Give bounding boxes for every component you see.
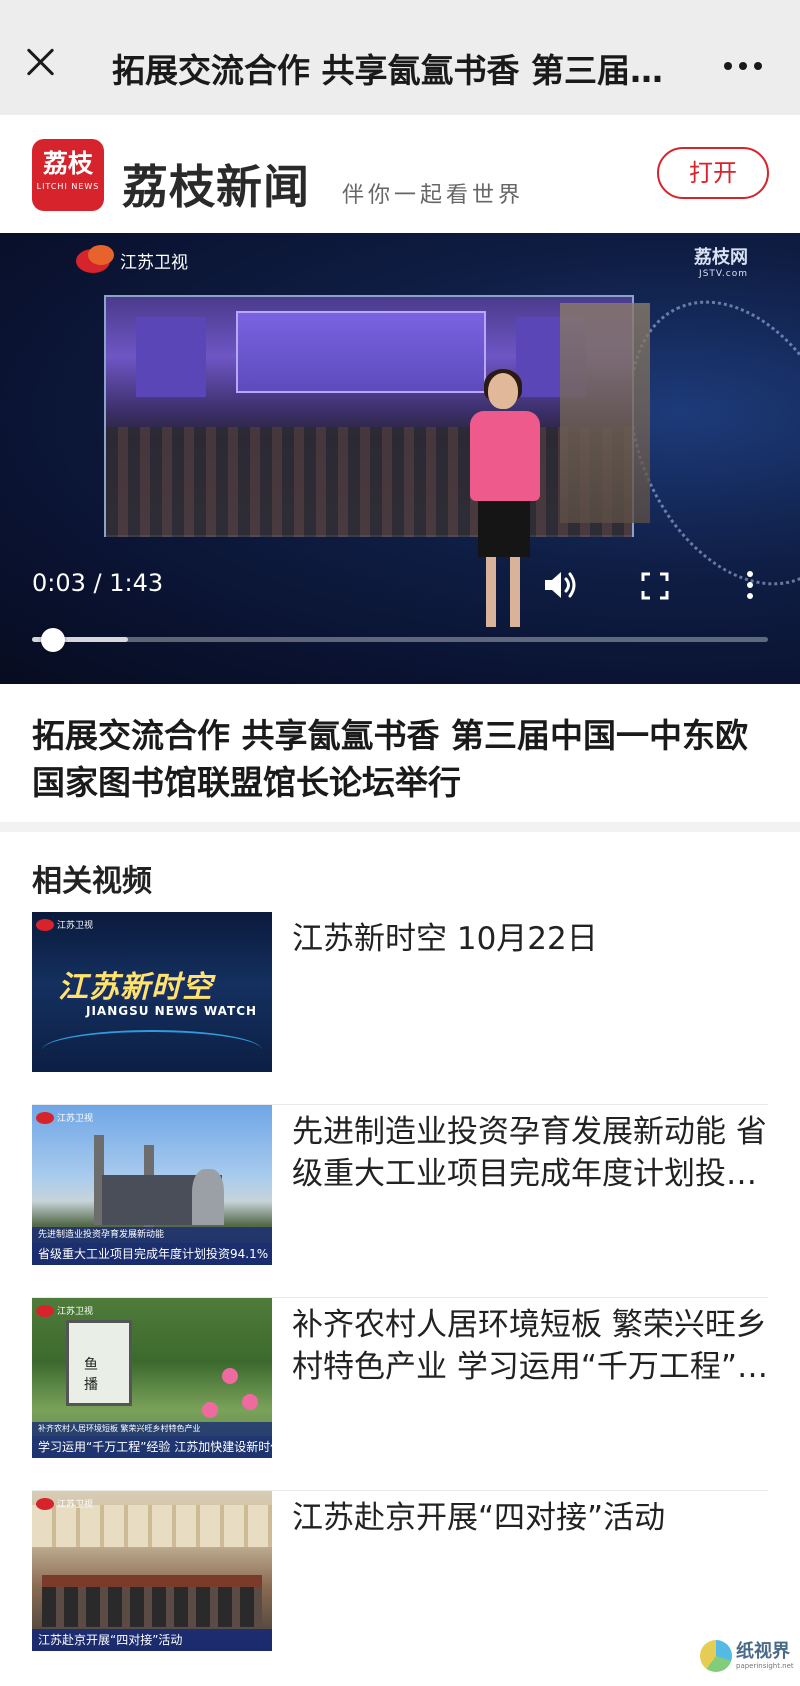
thumb-stone-text: 鱼 播 bbox=[84, 1357, 98, 1393]
video-player[interactable]: 江苏卫视 荔枝网 JSTV.com 0:03 / 1:43 bbox=[0, 233, 800, 684]
volume-icon[interactable] bbox=[543, 569, 579, 601]
watermark-en: JSTV.com bbox=[699, 269, 748, 279]
related-video-title[interactable]: 先进制造业投资孕育发展新动能 省级重大工业项目完成年度计划投资94.1% bbox=[292, 1111, 768, 1195]
litchi-news-logo: 荔枝 LITCHI NEWS bbox=[32, 139, 104, 211]
more-dots-icon bbox=[724, 62, 762, 70]
wall-art bbox=[560, 303, 650, 523]
thumb-channel-logo: 江苏卫视 bbox=[36, 1304, 93, 1317]
related-video-title[interactable]: 江苏新时空 10月22日 bbox=[292, 918, 768, 960]
site-watermark: 纸视界 paperinsight.net bbox=[700, 1640, 794, 1672]
thumb-caption: 学习运用“千万工程”经验 江苏加快建设新时代鱼米之乡 bbox=[32, 1436, 272, 1458]
progress-bar[interactable] bbox=[32, 628, 768, 652]
related-video-item[interactable]: 江苏卫视 鱼 播 补齐农村人居环境短板 繁荣兴旺乡村特色产业 学习运用“千万工程… bbox=[32, 1298, 768, 1491]
more-menu-button[interactable] bbox=[724, 50, 768, 80]
fullscreen-icon[interactable] bbox=[640, 571, 670, 601]
thumb-subtitle: JIANGSU NEWS WATCH bbox=[86, 1004, 258, 1018]
related-video-title[interactable]: 补齐农村人居环境短板 繁荣兴旺乡村特色产业 学习运用“千万工程”经验 bbox=[292, 1304, 768, 1388]
close-icon[interactable] bbox=[20, 42, 60, 82]
related-video-item[interactable]: 江苏卫视 江苏赴京开展“四对接”活动 江苏赴京开展“四对接”活动 bbox=[32, 1491, 768, 1684]
video-watermark: 荔枝网 JSTV.com bbox=[694, 243, 748, 279]
thumb-title: 江苏新时空 bbox=[58, 970, 213, 1005]
section-divider bbox=[0, 822, 800, 832]
app-name: 荔枝新闻 bbox=[122, 160, 310, 214]
app-banner: 荔枝 LITCHI NEWS 荔枝新闻 伴你一起看世界 打开 bbox=[0, 115, 800, 233]
related-video-item[interactable]: 江苏卫视 先进制造业投资孕育发展新动能 省级重大工业项目完成年度计划投资94.1… bbox=[32, 1105, 768, 1298]
paperinsight-logo-icon bbox=[700, 1640, 732, 1672]
video-thumbnail[interactable]: 江苏卫视 江苏赴京开展“四对接”活动 bbox=[32, 1491, 272, 1651]
thumb-caption-secondary: 先进制造业投资孕育发展新动能 bbox=[32, 1227, 272, 1243]
thumb-caption: 江苏赴京开展“四对接”活动 bbox=[32, 1629, 272, 1651]
related-videos-heading: 相关视频 bbox=[32, 864, 152, 899]
video-time: 0:03 / 1:43 bbox=[32, 569, 164, 597]
thumb-channel-logo: 江苏卫视 bbox=[36, 918, 93, 931]
watermark-text-en: paperinsight.net bbox=[736, 1662, 794, 1670]
thumb-channel-logo: 江苏卫视 bbox=[36, 1111, 93, 1124]
audience bbox=[106, 427, 632, 537]
video-thumbnail[interactable]: 江苏卫视 鱼 播 补齐农村人居环境短板 繁荣兴旺乡村特色产业 学习运用“千万工程… bbox=[32, 1298, 272, 1458]
top-nav-bar: 拓展交流合作 共享氤氲书香 第三届中国一中东欧国家图书馆联盟馆长论坛举行 bbox=[0, 0, 800, 115]
channel-name: 江苏卫视 bbox=[120, 252, 188, 273]
video-backdrop-screen bbox=[104, 295, 634, 537]
related-video-list: 江苏卫视 江苏新时空 JIANGSU NEWS WATCH 江苏新时空 10月2… bbox=[32, 912, 768, 1684]
thumb-caption-secondary: 补齐农村人居环境短板 繁荣兴旺乡村特色产业 bbox=[32, 1422, 272, 1436]
video-thumbnail[interactable]: 江苏卫视 先进制造业投资孕育发展新动能 省级重大工业项目完成年度计划投资94.1… bbox=[32, 1105, 272, 1265]
channel-logo: 江苏卫视 bbox=[74, 245, 188, 275]
news-anchor bbox=[464, 369, 544, 633]
open-app-button[interactable]: 打开 bbox=[657, 147, 769, 199]
logo-text-cn: 荔枝 bbox=[42, 149, 93, 178]
stage-banner bbox=[236, 311, 486, 393]
video-more-icon[interactable] bbox=[742, 569, 758, 601]
thumb-channel-logo: 江苏卫视 bbox=[36, 1497, 93, 1510]
jstv-logo-icon bbox=[74, 245, 118, 275]
progress-handle[interactable] bbox=[41, 628, 66, 652]
article-title: 拓展交流合作 共享氤氲书香 第三届中国一中东欧国家图书馆联盟馆长论坛举行 bbox=[32, 716, 748, 802]
thumb-caption: 省级重大工业项目完成年度计划投资94.1% bbox=[32, 1243, 272, 1265]
watermark-text-cn: 纸视界 bbox=[736, 1641, 790, 1662]
app-slogan: 伴你一起看世界 bbox=[342, 183, 525, 208]
watermark-cn: 荔枝网 bbox=[694, 247, 748, 268]
thumb-stone-sign bbox=[66, 1320, 132, 1406]
logo-text-en: LITCHI NEWS bbox=[36, 182, 100, 191]
page-title: 拓展交流合作 共享氤氲书香 第三届中国一中东欧国家图书馆联盟馆长论坛举行 bbox=[112, 51, 682, 90]
related-video-title[interactable]: 江苏赴京开展“四对接”活动 bbox=[292, 1497, 768, 1539]
related-video-item[interactable]: 江苏卫视 江苏新时空 JIANGSU NEWS WATCH 江苏新时空 10月2… bbox=[32, 912, 768, 1105]
video-thumbnail[interactable]: 江苏卫视 江苏新时空 JIANGSU NEWS WATCH bbox=[32, 912, 272, 1072]
